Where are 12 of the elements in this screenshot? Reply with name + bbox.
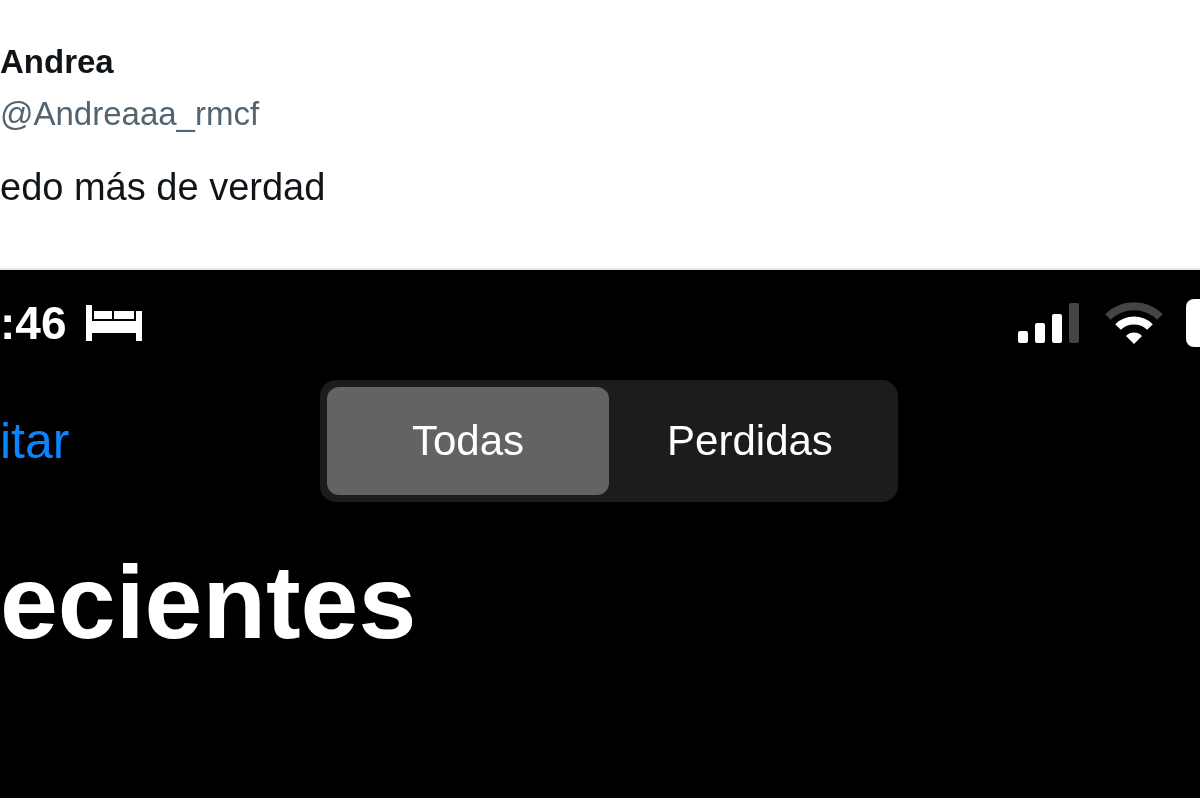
edit-link[interactable]: itar (0, 412, 320, 470)
user-handle: @Andreaaa_rmcf (0, 94, 261, 134)
battery-icon (1186, 299, 1200, 347)
wifi-icon (1104, 301, 1164, 345)
bed-icon (84, 303, 145, 343)
segment-tab[interactable]: Perdidas (609, 387, 891, 495)
signal-icon (1018, 301, 1082, 345)
tweet-text: edo más de verdad (0, 165, 327, 210)
page-title: ecientes (0, 543, 418, 662)
user-name: Andrea (0, 42, 115, 82)
status-time: :46 (0, 296, 67, 350)
segment-tab[interactable]: Todas (327, 387, 609, 495)
